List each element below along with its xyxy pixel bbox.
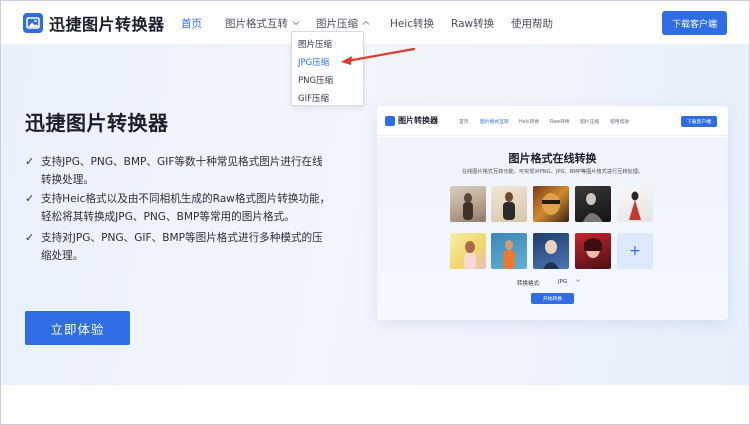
preview-nav-compress: 图片压缩 (580, 120, 600, 125)
check-icon: ✓ (25, 155, 35, 168)
image-logo-icon (385, 115, 395, 126)
preview-download-button: 下载客户端 (681, 116, 717, 127)
preview-body: 图片格式在线转换 在线图片格式互转功能，可实现对PNG、JPG、BMP等图片格式… (377, 137, 728, 320)
preview-format-label: 转换格式: (517, 281, 541, 287)
try-now-button[interactable]: 立即体验 (25, 311, 130, 345)
photo-thumbnail (533, 186, 569, 222)
preview-nav-format-convert: 图片格式互转 (480, 120, 509, 125)
hero-title: 迅捷图片转换器 (25, 111, 169, 135)
preview-nav-heic: Heic转换 (519, 120, 540, 125)
app-preview-screenshot: 图片转换器 首页 图片格式互转 Heic转换 Raw转换 图片压缩 使用帮助 下… (377, 106, 728, 320)
feature-item: ✓ 支持对JPG、PNG、GIF、BMP等图片格式进行多种模式的压缩处理。 (25, 230, 345, 265)
preview-nav-raw: Raw转换 (550, 120, 570, 125)
check-icon: ✓ (25, 192, 35, 205)
preview-format-value: JPG (558, 279, 568, 285)
add-image-icon: + (617, 233, 653, 269)
feature-item: ✓ 支持JPG、PNG、BMP、GIF等数十种常见格式图片进行在线转换处理。 (25, 154, 345, 189)
preview-nav-home: 首页 (459, 120, 469, 125)
check-icon: ✓ (25, 231, 35, 244)
preview-navbar: 图片转换器 首页 图片格式互转 Heic转换 Raw转换 图片压缩 使用帮助 下… (377, 106, 728, 136)
photo-thumbnail (575, 186, 611, 222)
feature-text: 支持JPG、PNG、BMP、GIF等数十种常见格式图片进行在线转换处理。 (41, 156, 323, 186)
feature-text: 支持对JPG、PNG、GIF、BMP等图片格式进行多种模式的压缩处理。 (41, 232, 323, 262)
photo-thumbnail (450, 186, 486, 222)
page-frame: 迅捷图片转换器 首页 图片格式互转 图片压缩 Heic转换 Raw转换 使用帮助… (0, 0, 750, 425)
preview-subtitle: 在线图片格式互转功能，可实现对PNG、JPG、BMP等图片格式进行互转处理。 (461, 169, 644, 175)
preview-convert-button: 开始转换 (531, 293, 574, 304)
preview-title: 图片格式在线转换 (508, 152, 597, 165)
photo-thumbnail (533, 233, 569, 269)
chevron-down-icon (575, 278, 581, 285)
photo-thumbnail (617, 186, 653, 222)
feature-text: 支持Heic格式以及由不同相机生成的Raw格式图片转换功能，轻松将其转换成JPG… (41, 193, 331, 223)
feature-item: ✓ 支持Heic格式以及由不同相机生成的Raw格式图片转换功能，轻松将其转换成J… (25, 191, 345, 226)
photo-thumbnail (491, 233, 527, 269)
photo-thumbnail (491, 186, 527, 222)
preview-app-name: 图片转换器 (398, 116, 438, 125)
photo-thumbnail (450, 233, 486, 269)
preview-nav-help: 使用帮助 (610, 120, 630, 125)
photo-thumbnail (575, 233, 611, 269)
preview-logo: 图片转换器 (385, 115, 438, 126)
